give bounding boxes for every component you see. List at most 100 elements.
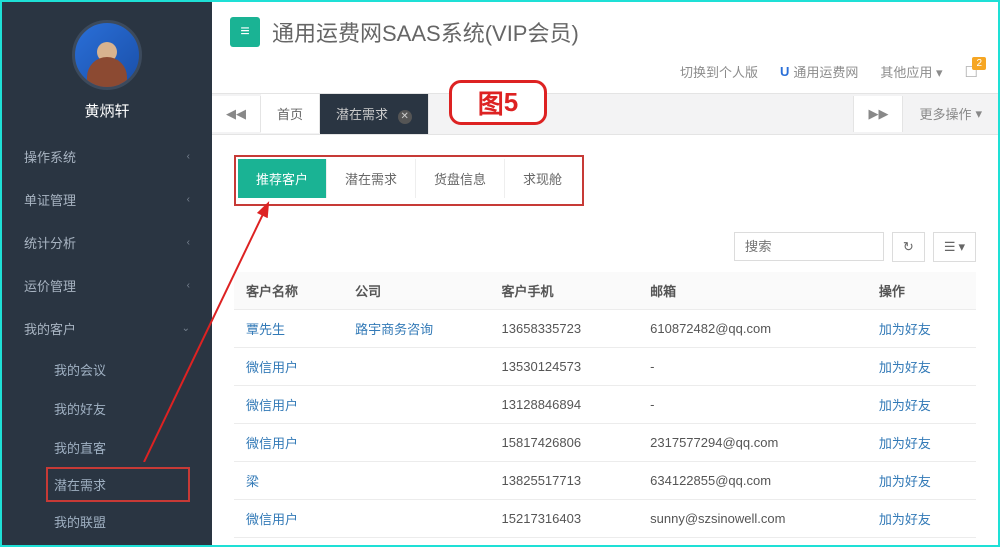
page-title: 通用运费网SAAS系统(VIP会员) [272, 16, 579, 48]
more-operations-dropdown[interactable]: 更多操作▾ [903, 94, 998, 133]
chevron-left-icon: ‹ [187, 151, 190, 162]
profile-block: 黄炳轩 [2, 2, 212, 135]
header-toolbar: 切换到个人版 U 通用运费网 其他应用 ▾ ☐ 2 [212, 56, 998, 93]
customer-name-link[interactable]: 微信用户 [246, 436, 298, 451]
email-cell: sunny@szsinowell.com [638, 499, 867, 537]
sidebar-item-label: 运价管理 [24, 276, 76, 295]
refresh-icon: ↻ [903, 239, 914, 255]
customers-table: 客户名称 公司 客户手机 邮箱 操作 覃先生路宇商务咨询136583357236… [234, 272, 976, 538]
col-action[interactable]: 操作 [867, 272, 976, 310]
add-friend-link[interactable]: 加为好友 [879, 512, 931, 527]
sidebar-item-customers[interactable]: 我的客户 ⌄ [2, 307, 212, 350]
avatar [72, 20, 142, 90]
table-row: 微信用户 15217316403sunny@szsinowell.com 加为好友 [234, 499, 976, 537]
columns-button[interactable]: ☰▾ [933, 232, 976, 262]
col-email[interactable]: 邮箱 [638, 272, 867, 310]
sidebar-sub-direct[interactable]: 我的直客 [2, 428, 212, 467]
col-company[interactable]: 公司 [343, 272, 489, 310]
add-friend-link[interactable]: 加为好友 [879, 474, 931, 489]
phone-cell: 15817426806 [490, 423, 639, 461]
phone-cell: 13530124573 [490, 347, 639, 385]
chevron-left-icon: ‹ [187, 280, 190, 291]
sidebar-sub-potential[interactable]: 潜在需求 [46, 467, 190, 502]
company-link[interactable]: 路宇商务咨询 [355, 322, 433, 337]
sidebar-sub-friends[interactable]: 我的好友 [2, 389, 212, 428]
double-chevron-right-icon: ▶▶ [868, 106, 888, 121]
more-ops-label: 更多操作 [919, 104, 971, 123]
sidebar-sub-meetings[interactable]: 我的会议 [2, 350, 212, 389]
chevron-left-icon: ‹ [187, 194, 190, 205]
table-row: 微信用户 13530124573-加为好友 [234, 347, 976, 385]
customer-name-link[interactable]: 梁 [246, 474, 259, 489]
caret-down-icon: ▾ [975, 106, 982, 122]
double-chevron-left-icon: ◀◀ [226, 106, 246, 121]
sidebar-item-os[interactable]: 操作系统 ‹ [2, 135, 212, 178]
table-row: 覃先生 路宇商务咨询 13658335723610872482@qq.com 加为好友 [234, 309, 976, 347]
customer-name-link[interactable]: 微信用户 [246, 398, 298, 413]
col-phone[interactable]: 客户手机 [490, 272, 639, 310]
tab-home[interactable]: 首页 [261, 94, 320, 133]
u-logo-icon: U [780, 64, 789, 79]
freight-net-label: 通用运费网 [793, 62, 858, 81]
chevron-down-icon: ⌄ [182, 323, 190, 334]
email-cell: - [638, 347, 867, 385]
refresh-button[interactable]: ↻ [892, 232, 925, 262]
other-apps-label: 其他应用 [880, 65, 932, 80]
main-panel: ≡ 通用运费网SAAS系统(VIP会员) 切换到个人版 U 通用运费网 其他应用 … [212, 2, 998, 545]
username: 黄炳轩 [2, 100, 212, 121]
freight-net-link[interactable]: U 通用运费网 [780, 62, 858, 81]
sidebar-item-stats[interactable]: 统计分析 ‹ [2, 221, 212, 264]
add-friend-link[interactable]: 加为好友 [879, 398, 931, 413]
other-apps-dropdown[interactable]: 其他应用 ▾ [880, 62, 942, 81]
add-friend-link[interactable]: 加为好友 [879, 322, 931, 337]
pill-cargo[interactable]: 货盘信息 [416, 159, 505, 198]
table-row: 微信用户 158174268062317577294@qq.com 加为好友 [234, 423, 976, 461]
pill-tab-group: 推荐客户 潜在需求 货盘信息 求现舱 [234, 155, 584, 206]
switch-personal-link[interactable]: 切换到个人版 [680, 62, 758, 81]
phone-cell: 13658335723 [490, 309, 639, 347]
table-row: 梁13825517713634122855@qq.com加为好友 [234, 461, 976, 499]
tab-nav-prev[interactable]: ◀◀ [212, 96, 261, 132]
sidebar-item-label: 操作系统 [24, 147, 76, 166]
tab-close-button[interactable]: ✕ [398, 110, 412, 124]
email-cell: - [638, 385, 867, 423]
close-icon: ✕ [400, 111, 408, 122]
menu-toggle-button[interactable]: ≡ [230, 17, 260, 47]
sidebar: 黄炳轩 操作系统 ‹ 单证管理 ‹ 统计分析 ‹ 运价管理 ‹ 我的客户 ⌄ 我的会议 我… [2, 2, 212, 545]
tab-bar: ◀◀ 首页 潜在需求 ✕ ▶▶ 更多操作▾ [212, 93, 998, 135]
sidebar-item-docs[interactable]: 单证管理 ‹ [2, 178, 212, 221]
tab-label: 潜在需求 [336, 107, 388, 122]
email-cell: 2317577294@qq.com [638, 423, 867, 461]
col-name[interactable]: 客户名称 [234, 272, 343, 310]
add-friend-link[interactable]: 加为好友 [879, 436, 931, 451]
search-input[interactable] [734, 232, 884, 261]
sidebar-item-label: 统计分析 [24, 233, 76, 252]
tab-potential[interactable]: 潜在需求 ✕ [320, 94, 429, 134]
list-icon: ☰ [944, 239, 956, 255]
phone-cell: 15217316403 [490, 499, 639, 537]
sidebar-sub-alliance[interactable]: 我的联盟 [2, 502, 212, 541]
add-friend-link[interactable]: 加为好友 [879, 360, 931, 375]
sidebar-item-label: 我的客户 [24, 319, 76, 338]
pill-space[interactable]: 求现舱 [505, 159, 580, 198]
chevron-left-icon: ‹ [187, 237, 190, 248]
pill-recommend[interactable]: 推荐客户 [238, 159, 327, 198]
table-row: 微信用户13128846894-加为好友 [234, 385, 976, 423]
topbar: ≡ 通用运费网SAAS系统(VIP会员) [212, 2, 998, 56]
caret-down-icon: ▾ [936, 65, 943, 80]
customer-name-link[interactable]: 覃先生 [246, 322, 285, 337]
notification-badge: 2 [972, 57, 986, 70]
content-area: 推荐客户 潜在需求 货盘信息 求现舱 ↻ ☰▾ 客户名称 公司 客户手机 邮箱 … [212, 135, 998, 546]
sidebar-item-price[interactable]: 运价管理 ‹ [2, 264, 212, 307]
tab-nav-next[interactable]: ▶▶ [853, 96, 903, 132]
notifications-button[interactable]: ☐ 2 [965, 63, 978, 81]
email-cell: 610872482@qq.com [638, 309, 867, 347]
pill-potential[interactable]: 潜在需求 [327, 159, 416, 198]
sidebar-item-label: 单证管理 [24, 190, 76, 209]
customer-name-link[interactable]: 微信用户 [246, 512, 298, 527]
customer-name-link[interactable]: 微信用户 [246, 360, 298, 375]
hamburger-icon: ≡ [240, 23, 249, 41]
caret-down-icon: ▾ [958, 239, 965, 255]
table-toolbar: ↻ ☰▾ [234, 232, 976, 262]
email-cell: 634122855@qq.com [638, 461, 867, 499]
